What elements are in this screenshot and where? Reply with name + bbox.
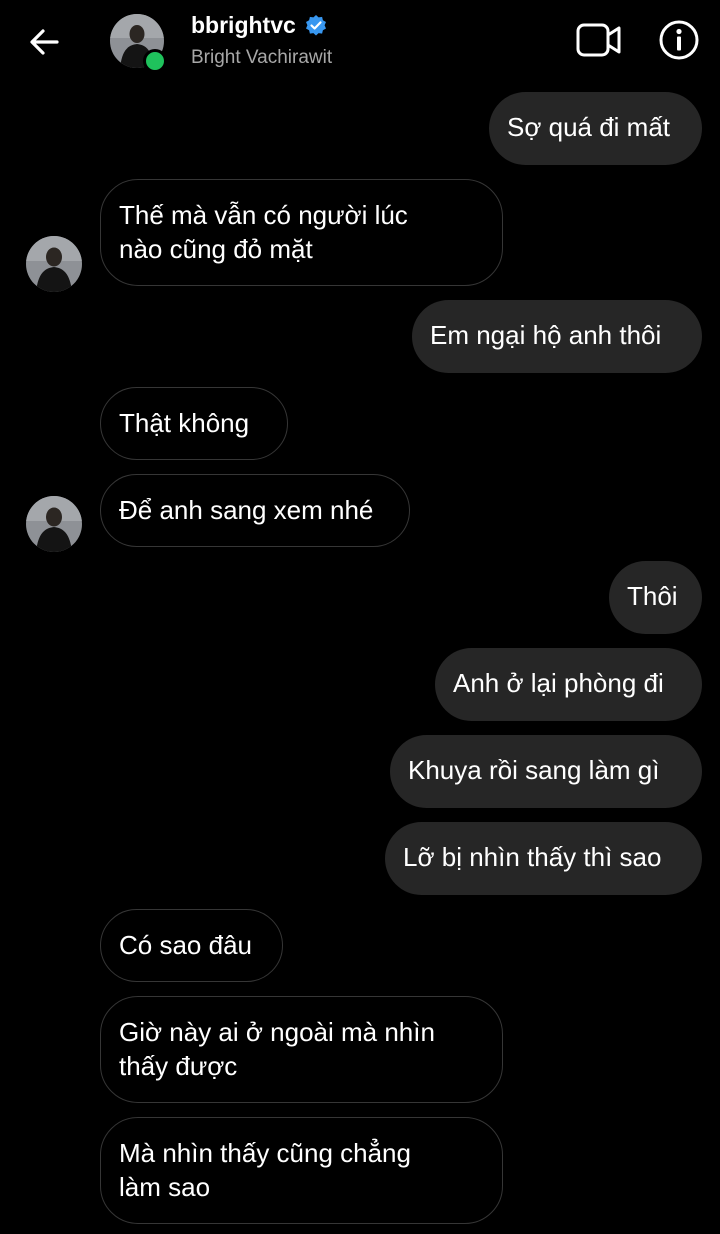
message-bubble-outgoing[interactable]: Khuya rồi sang làm gì [390, 735, 702, 808]
back-button[interactable] [22, 22, 66, 62]
message-bubble-incoming[interactable]: Để anh sang xem nhé [100, 474, 410, 547]
message-bubble-outgoing[interactable]: Anh ở lại phòng đi [435, 648, 702, 721]
username-row[interactable]: bbrightvc [191, 12, 328, 39]
message-bubble-incoming[interactable]: Mà nhìn thấy cũng chẳng làm sao [100, 1117, 503, 1224]
message-bubble-outgoing[interactable]: Sợ quá đi mất [489, 92, 702, 165]
full-name: Bright Vachirawit [191, 47, 333, 68]
info-icon [659, 20, 699, 60]
message-bubble-incoming[interactable]: Giờ này ai ở ngoài mà nhìn thấy được [100, 996, 503, 1103]
message-bubble-incoming[interactable]: Thật không [100, 387, 288, 460]
message-bubble-outgoing[interactable]: Em ngại hộ anh thôi [412, 300, 702, 373]
profile-photo-icon [26, 496, 82, 552]
online-status-dot [143, 49, 167, 73]
sender-avatar[interactable] [26, 496, 82, 552]
message-bubble-outgoing[interactable]: Thôi [609, 561, 702, 634]
sender-avatar[interactable] [26, 236, 82, 292]
chat-header: bbrightvc Bright Vachirawit [0, 0, 720, 84]
message-bubble-outgoing[interactable]: Lỡ bị nhìn thấy thì sao [385, 822, 702, 895]
verified-badge-icon [305, 14, 326, 35]
message-bubble-incoming[interactable]: Có sao đâu [100, 909, 283, 982]
info-button[interactable] [657, 18, 701, 62]
message-bubble-incoming[interactable]: Thế mà vẫn có người lúc nào cũng đỏ mặt [100, 179, 503, 286]
username[interactable]: bbrightvc [191, 12, 296, 39]
video-call-button[interactable] [575, 20, 623, 60]
video-camera-icon [576, 23, 621, 57]
arrow-left-icon [30, 29, 59, 55]
profile-photo-icon [26, 236, 82, 292]
